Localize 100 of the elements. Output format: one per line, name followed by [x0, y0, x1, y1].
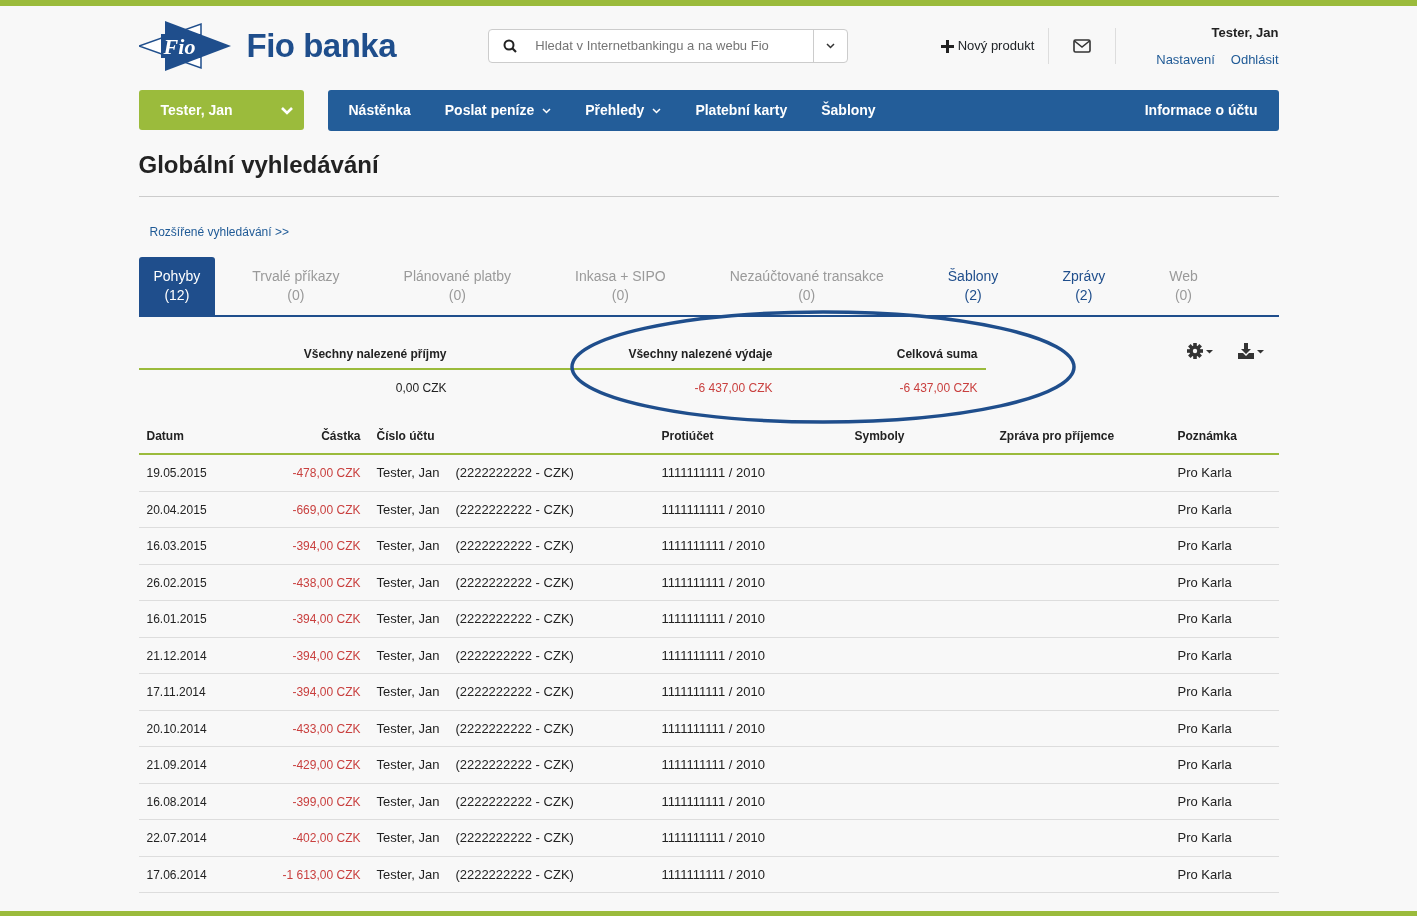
note-cell: Pro Karla [1177, 611, 1232, 627]
account-name: Tester, Jan [376, 611, 440, 627]
account-number: (2222222222 - CZK) [455, 465, 574, 481]
note-cell: Pro Karla [1177, 793, 1232, 809]
advanced-search-link[interactable]: Rozšířené vyhledávání >> [149, 222, 289, 241]
amount-cell: -478,00 CZK [292, 466, 361, 481]
column-header: Číslo účtu [376, 429, 435, 444]
summary-value: -6 437,00 CZK [899, 380, 978, 395]
date-cell: 21.09.2014 [146, 758, 207, 773]
date-cell: 22.07.2014 [146, 831, 207, 846]
column-header: Poznámka [1177, 429, 1237, 444]
plus-icon [940, 39, 954, 53]
result-tab[interactable]: Šablony (2) [932, 257, 1014, 316]
account-name: Tester, Jan [376, 538, 440, 554]
logo-text: Fio banka [246, 26, 397, 67]
date-cell: 20.10.2014 [146, 721, 207, 736]
header-link[interactable]: Nastavení [1156, 50, 1215, 70]
settings-icon[interactable] [1186, 343, 1214, 360]
account-number: (2222222222 - CZK) [455, 574, 574, 590]
new-product-button[interactable]: Nový produkt [940, 36, 1035, 56]
note-cell: Pro Karla [1177, 720, 1232, 736]
date-cell: 20.04.2015 [146, 502, 207, 517]
logo-mark: Fio [163, 32, 196, 61]
account-name: Tester, Jan [376, 684, 440, 700]
result-tab[interactable]: Zprávy (2) [1047, 257, 1121, 316]
amount-cell: -1 613,00 CZK [282, 867, 361, 882]
account-name: Tester, Jan [376, 793, 440, 809]
account-number: (2222222222 - CZK) [455, 684, 574, 700]
summary-label: Všechny nalezené příjmy [303, 346, 447, 361]
caret-icon [542, 107, 552, 114]
nav-item[interactable]: Nástěnka [331, 100, 428, 121]
amount-cell: -429,00 CZK [292, 758, 361, 773]
account-number: (2222222222 - CZK) [455, 720, 574, 736]
page-title: Globální vyhledávání [138, 151, 1279, 197]
account-number: (2222222222 - CZK) [455, 611, 574, 627]
note-cell: Pro Karla [1177, 757, 1232, 773]
search-icon [503, 39, 518, 53]
amount-cell: -669,00 CZK [292, 502, 361, 517]
note-cell: Pro Karla [1177, 684, 1232, 700]
search-input[interactable]: Hledat v Internetbankingu a na webu Fio [533, 35, 814, 57]
column-header: Zpráva pro příjemce [999, 429, 1115, 444]
date-cell: 19.05.2015 [146, 466, 207, 481]
account-name: Tester, Jan [376, 647, 440, 663]
amount-cell: -394,00 CZK [292, 648, 361, 663]
amount-cell: -394,00 CZK [292, 685, 361, 700]
date-cell: 17.06.2014 [146, 867, 207, 882]
search-box[interactable]: Hledat v Internetbankingu a na webu Fio [488, 29, 849, 63]
counter-account-cell: 1111111111 / 2010 [661, 684, 765, 700]
nav-item[interactable]: Informace o účtu [1127, 100, 1275, 121]
chevron-icon [279, 104, 294, 116]
summary-label: Celková suma [896, 346, 978, 361]
date-cell: 16.08.2014 [146, 794, 207, 809]
account-number: (2222222222 - CZK) [455, 866, 574, 882]
counter-account-cell: 1111111111 / 2010 [661, 501, 765, 517]
account-number: (2222222222 - CZK) [455, 538, 574, 554]
amount-cell: -394,00 CZK [292, 539, 361, 554]
counter-account-cell: 1111111111 / 2010 [661, 465, 765, 481]
column-header: Symboly [854, 429, 905, 444]
date-cell: 16.01.2015 [146, 612, 207, 627]
note-cell: Pro Karla [1177, 538, 1232, 554]
mail-icon[interactable] [1073, 39, 1092, 53]
account-number: (2222222222 - CZK) [455, 793, 574, 809]
download-icon[interactable] [1237, 343, 1265, 360]
logo-shape-icon [138, 20, 231, 72]
caret-icon [652, 107, 662, 114]
amount-cell: -433,00 CZK [292, 721, 361, 736]
note-cell: Pro Karla [1177, 465, 1232, 481]
account-name: Tester, Jan [376, 720, 440, 736]
counter-account-cell: 1111111111 / 2010 [661, 720, 765, 736]
result-tab[interactable]: Pohyby (12) [138, 257, 216, 316]
account-name: Tester, Jan [376, 866, 440, 882]
account-number: (2222222222 - CZK) [455, 647, 574, 663]
amount-cell: -438,00 CZK [292, 575, 361, 590]
nav-item[interactable]: Platební karty [678, 100, 805, 121]
amount-cell: -399,00 CZK [292, 794, 361, 809]
column-header: Částka [321, 429, 361, 444]
account-name: Tester, Jan [376, 574, 440, 590]
counter-account-cell: 1111111111 / 2010 [661, 793, 765, 809]
account-number: (2222222222 - CZK) [455, 501, 574, 517]
account-number: (2222222222 - CZK) [455, 830, 574, 846]
nav-item[interactable]: Šablony [804, 100, 893, 121]
counter-account-cell: 1111111111 / 2010 [661, 866, 765, 882]
summary-value: 0,00 CZK [395, 380, 447, 395]
column-header: Protiúčet [661, 429, 714, 444]
date-cell: 26.02.2015 [146, 575, 207, 590]
counter-account-cell: 1111111111 / 2010 [661, 647, 765, 663]
nav-item[interactable]: Přehledy [568, 100, 679, 121]
nav-item[interactable]: Poslat peníze [427, 100, 569, 121]
user-name: Tester, Jan [1210, 23, 1279, 42]
note-cell: Pro Karla [1177, 647, 1232, 663]
date-cell: 21.12.2014 [146, 648, 207, 663]
counter-account-cell: 1111111111 / 2010 [661, 538, 765, 554]
header-link[interactable]: Odhlásit [1230, 50, 1279, 70]
date-cell: 16.03.2015 [146, 539, 207, 554]
note-cell: Pro Karla [1177, 866, 1232, 882]
account-name: Tester, Jan [376, 501, 440, 517]
amount-cell: -394,00 CZK [292, 612, 361, 627]
summary-label: Všechny nalezené výdaje [628, 346, 773, 361]
column-header: Datum [146, 429, 184, 444]
counter-account-cell: 1111111111 / 2010 [661, 757, 765, 773]
